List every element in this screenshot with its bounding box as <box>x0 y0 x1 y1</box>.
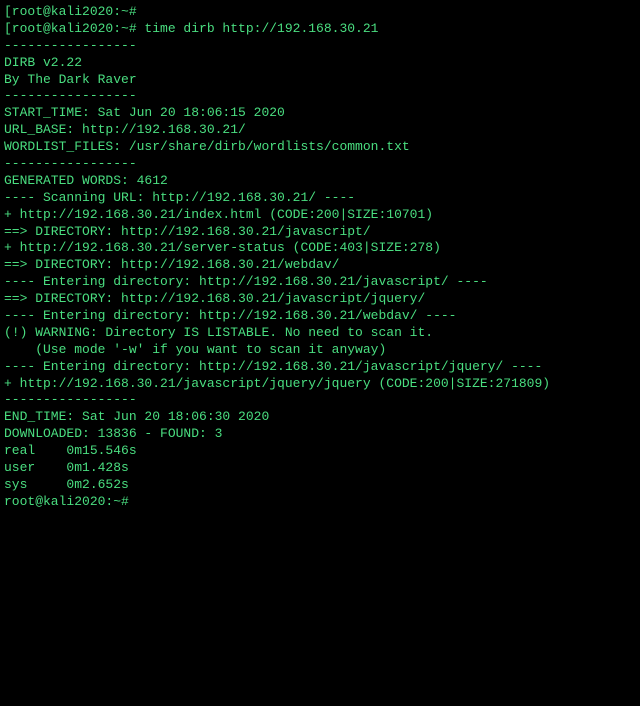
terminal-line: ---- Entering directory: http://192.168.… <box>4 359 636 376</box>
terminal-line: ----------------- <box>4 88 636 105</box>
terminal-line: WORDLIST_FILES: /usr/share/dirb/wordlist… <box>4 139 636 156</box>
terminal-line: ---- Entering directory: http://192.168.… <box>4 308 636 325</box>
terminal-line: [root@kali2020:~# time dirb http://192.1… <box>4 21 636 38</box>
terminal-line: + http://192.168.30.21/javascript/jquery… <box>4 376 636 393</box>
terminal-line: By The Dark Raver <box>4 72 636 89</box>
terminal-line: ==> DIRECTORY: http://192.168.30.21/java… <box>4 291 636 308</box>
terminal-line: [root@kali2020:~# <box>4 4 636 21</box>
terminal-line: DIRB v2.22 <box>4 55 636 72</box>
terminal-line: ----------------- <box>4 156 636 173</box>
terminal-line: ---- Entering directory: http://192.168.… <box>4 274 636 291</box>
terminal-line: user 0m1.428s <box>4 460 636 477</box>
terminal-line: (!) WARNING: Directory IS LISTABLE. No n… <box>4 325 636 342</box>
terminal-line: ==> DIRECTORY: http://192.168.30.21/webd… <box>4 257 636 274</box>
terminal-line: root@kali2020:~# <box>4 494 636 511</box>
terminal-line: URL_BASE: http://192.168.30.21/ <box>4 122 636 139</box>
terminal-line: ----------------- <box>4 392 636 409</box>
terminal-line: END_TIME: Sat Jun 20 18:06:30 2020 <box>4 409 636 426</box>
terminal-line: ----------------- <box>4 38 636 55</box>
terminal-line: ==> DIRECTORY: http://192.168.30.21/java… <box>4 224 636 241</box>
terminal-line: real 0m15.546s <box>4 443 636 460</box>
terminal-line: sys 0m2.652s <box>4 477 636 494</box>
terminal-line: + http://192.168.30.21/server-status (CO… <box>4 240 636 257</box>
terminal-line: ---- Scanning URL: http://192.168.30.21/… <box>4 190 636 207</box>
terminal-output[interactable]: [root@kali2020:~#[root@kali2020:~# time … <box>4 4 636 511</box>
terminal-line: (Use mode '-w' if you want to scan it an… <box>4 342 636 359</box>
terminal-line: START_TIME: Sat Jun 20 18:06:15 2020 <box>4 105 636 122</box>
terminal-line: + http://192.168.30.21/index.html (CODE:… <box>4 207 636 224</box>
terminal-line: GENERATED WORDS: 4612 <box>4 173 636 190</box>
terminal-line: DOWNLOADED: 13836 - FOUND: 3 <box>4 426 636 443</box>
